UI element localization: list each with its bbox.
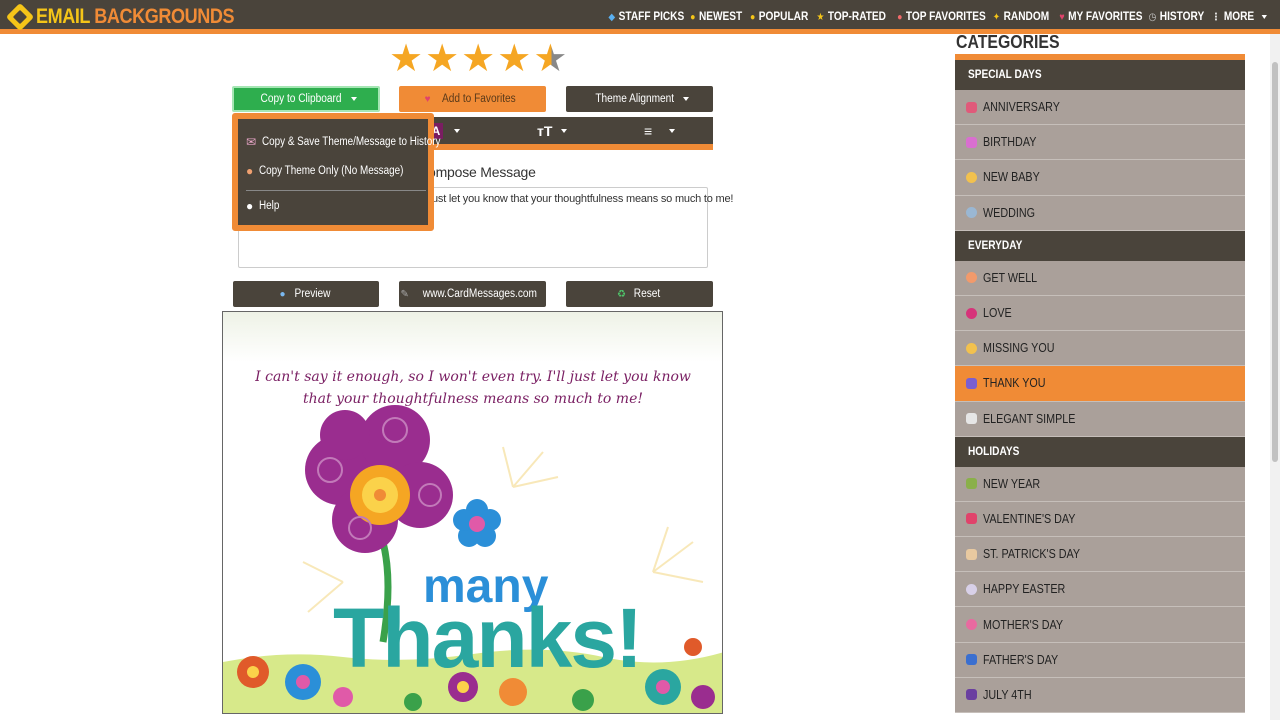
nav-staff-picks[interactable]: ◆ STAFF PICKS	[608, 11, 684, 23]
category-happy-easter[interactable]: HAPPY EASTER	[955, 572, 1245, 608]
chevron-down-icon	[561, 129, 567, 133]
sad-face-icon	[966, 342, 977, 354]
dropdown-divider	[246, 190, 426, 191]
brand-title: EMAIL BACKGROUNDS	[36, 5, 235, 28]
nav-my-favorites[interactable]: ♥ MY FAVORITES	[1059, 11, 1142, 23]
nav-history[interactable]: ◷ HISTORY	[1149, 11, 1205, 23]
category-st-patricks-day[interactable]: ST. PATRICK'S DAY	[955, 537, 1245, 573]
star-icon[interactable]: ★	[425, 40, 459, 78]
categories-title: CATEGORIES	[956, 32, 1060, 52]
envelope-icon: ✉	[246, 135, 257, 149]
category-elegant-simple[interactable]: ELEGANT SIMPLE	[955, 401, 1245, 437]
scrollbar-thumb[interactable]	[1272, 62, 1278, 462]
recycle-icon: ♻	[616, 288, 626, 300]
category-wedding[interactable]: WEDDING	[955, 195, 1245, 231]
category-fathers-day[interactable]: FATHER'S DAY	[955, 642, 1245, 678]
section-header-holidays: HOLIDAYS	[955, 436, 1245, 467]
font-size-button[interactable]: ᴛT	[537, 123, 552, 139]
pen-icon: ✎	[400, 288, 409, 300]
categories-sidebar: SPECIAL DAYS ANNIVERSARY BIRTHDAY NEW BA…	[955, 54, 1245, 713]
brand-logo-link[interactable]: EMAIL BACKGROUNDS	[5, 2, 266, 32]
category-new-baby[interactable]: NEW BABY	[955, 160, 1245, 196]
magnifier-icon: ●	[279, 288, 286, 300]
chevron-down-icon	[669, 129, 675, 133]
section-header-everyday: EVERYDAY	[955, 230, 1245, 261]
category-missing-you[interactable]: MISSING YOU	[955, 331, 1245, 367]
palette-icon: ●	[246, 164, 254, 178]
help-item[interactable]: ● Help	[246, 199, 283, 213]
clock-icon: ◷	[1148, 11, 1157, 23]
heart-eyes-icon: ●	[896, 11, 903, 23]
praying-hands-icon	[966, 377, 977, 389]
gem-icon: ◆	[608, 11, 616, 23]
nav-top-rated[interactable]: ★ TOP-RATED	[816, 11, 886, 23]
anniversary-icon	[966, 101, 977, 113]
champagne-icon	[966, 478, 977, 490]
dots-icon: ⋮	[1211, 11, 1220, 23]
nav-top-favorites[interactable]: ● TOP FAVORITES	[897, 11, 986, 23]
category-valentines-day[interactable]: VALENTINE'S DAY	[955, 501, 1245, 538]
category-birthday[interactable]: BIRTHDAY	[955, 125, 1245, 161]
star-icon: ★	[816, 11, 825, 23]
half-star-icon[interactable]: ★	[533, 40, 567, 78]
ring-icon	[966, 207, 977, 219]
necktie-icon	[966, 654, 977, 666]
svg-text:Thanks!: Thanks!	[333, 591, 641, 685]
dove-icon	[966, 413, 977, 425]
thank-you-artwork: many Thanks!	[223, 405, 722, 713]
reset-button[interactable]: ♻ Reset	[566, 281, 713, 307]
copy-to-clipboard-button[interactable]: Copy to Clipboard	[232, 86, 380, 112]
copy-save-history-item[interactable]: ✉ Copy & Save Theme/Message to History	[246, 135, 470, 149]
star-icon[interactable]: ★	[497, 40, 531, 78]
top-navbar: EMAIL BACKGROUNDS ◆ STAFF PICKS ● NEWEST ●…	[0, 0, 1280, 34]
heart-icon: ♥	[424, 93, 431, 105]
rating-stars[interactable]: ★ ★ ★ ★ ★	[389, 40, 567, 78]
beer-icon	[966, 548, 977, 560]
copy-theme-only-item[interactable]: ● Copy Theme Only (No Message)	[246, 164, 427, 178]
nav-popular[interactable]: ● POPULAR	[750, 11, 808, 23]
category-july-4th[interactable]: JULY 4TH	[955, 677, 1245, 713]
category-new-year[interactable]: NEW YEAR	[955, 466, 1245, 502]
sparkle-face-icon: ●	[690, 11, 696, 23]
sparkles-icon: ✦	[992, 11, 1000, 23]
category-thank-you[interactable]: THANK YOU	[955, 366, 1245, 402]
bunny-icon	[966, 583, 977, 595]
copy-dropdown-menu: ✉ Copy & Save Theme/Message to History ● C…	[232, 113, 441, 231]
star-icon[interactable]: ★	[389, 40, 423, 78]
thumbs-up-icon: ●	[749, 11, 755, 23]
card-preview: I can't say it enough, so I won't even t…	[222, 311, 723, 714]
nav-links: ◆ STAFF PICKS ● NEWEST ● POPULAR ★ TOP-RATED…	[608, 0, 1266, 34]
heart-icon	[966, 513, 977, 525]
chevron-down-icon	[683, 97, 690, 101]
cake-icon	[966, 136, 977, 148]
nav-more[interactable]: ⋮ MORE	[1211, 11, 1266, 23]
brand-icon	[5, 2, 35, 32]
chevron-down-icon	[454, 129, 460, 133]
star-icon[interactable]: ★	[461, 40, 495, 78]
fireworks-icon	[966, 689, 977, 701]
category-mothers-day[interactable]: MOTHER'S DAY	[955, 607, 1245, 643]
add-to-favorites-button[interactable]: ♥ Add to Favorites	[399, 86, 546, 112]
nav-random[interactable]: ✦ RANDOM	[992, 11, 1048, 23]
compose-message-label: ompose Message	[428, 164, 536, 180]
baby-icon	[966, 171, 977, 183]
kiss-icon	[966, 307, 977, 319]
chevron-down-icon	[351, 97, 358, 101]
chevron-down-icon	[1260, 15, 1266, 19]
sick-face-icon	[966, 272, 977, 284]
category-anniversary[interactable]: ANNIVERSARY	[955, 90, 1245, 126]
compose-message-text: ust let you know that your thoughtfulnes…	[432, 193, 734, 205]
cardmessages-link-button[interactable]: ✎ www.CardMessages.com	[399, 281, 546, 307]
flower-icon	[966, 619, 977, 631]
category-get-well[interactable]: GET WELL	[955, 260, 1245, 296]
align-button[interactable]: ≡	[644, 123, 652, 139]
section-header-special-days: SPECIAL DAYS	[955, 60, 1245, 90]
heart-icon: ♥	[1059, 11, 1065, 23]
preview-button[interactable]: ● Preview	[233, 281, 379, 307]
nav-newest[interactable]: ● NEWEST	[690, 11, 742, 23]
lightbulb-icon: ●	[246, 199, 254, 213]
theme-alignment-button[interactable]: Theme Alignment	[566, 86, 713, 112]
category-love[interactable]: LOVE	[955, 295, 1245, 332]
